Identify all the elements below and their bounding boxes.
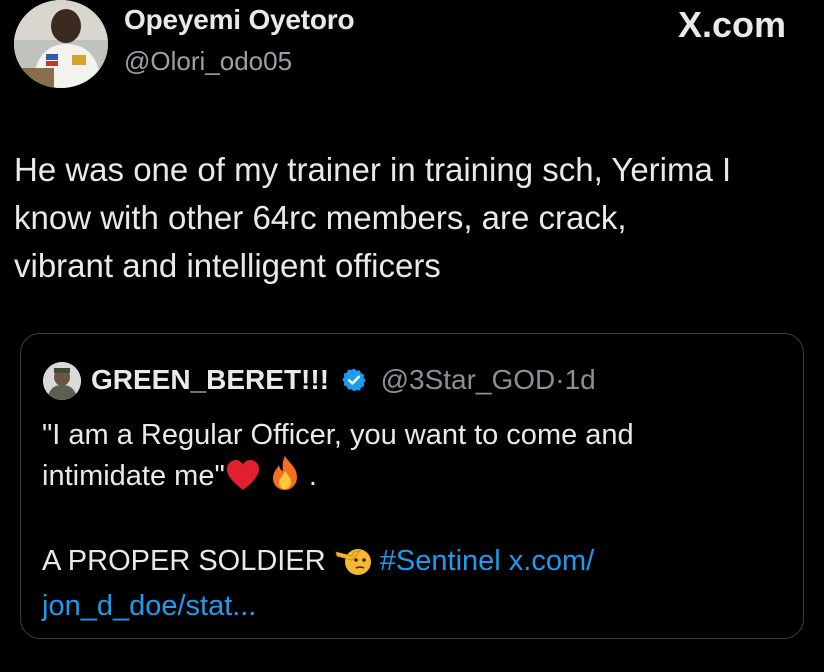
quoted-text-line: A PROPER SOLDIER #Sentinel x.com/	[42, 542, 782, 587]
quoted-text-line: intimidate me" .	[42, 455, 782, 502]
quoted-text-segment: .	[308, 460, 317, 492]
quoted-time[interactable]: 1d	[565, 364, 596, 395]
tweet-text-line: know with other 64rc members, are crack,	[14, 199, 627, 236]
fire-emoji	[269, 455, 301, 502]
hashtag-link[interactable]: #Sentinel	[380, 545, 501, 577]
saluting-face-emoji	[334, 546, 372, 587]
tweet-text: He was one of my trainer in training sch…	[14, 146, 804, 290]
url-link-continued[interactable]: jon_d_doe/stat...	[42, 590, 256, 622]
author-name[interactable]: Opeyemi Oyetoro	[124, 4, 355, 36]
url-link[interactable]: x.com/	[509, 545, 594, 577]
quoted-text-segment: A PROPER SOLDIER	[42, 545, 326, 577]
quoted-text: "I am a Regular Officer, you want to com…	[42, 416, 782, 626]
quoted-header: GREEN_BERET!!! @3Star_GOD·1d	[91, 364, 596, 400]
tweet-text-line: vibrant and intelligent officers	[14, 247, 441, 284]
quoted-text-line: jon_d_doe/stat...	[42, 587, 782, 626]
quoted-tweet-card[interactable]: GREEN_BERET!!! @3Star_GOD·1d "I am a Reg…	[20, 333, 804, 639]
quoted-author-handle[interactable]: @3Star_GOD	[381, 364, 556, 395]
quoted-author-avatar[interactable]	[43, 362, 81, 400]
red-heart-emoji	[225, 459, 261, 502]
quoted-text-line: "I am a Regular Officer, you want to com…	[42, 419, 634, 451]
quoted-text-segment: intimidate me"	[42, 460, 225, 492]
site-logo-text: X.com	[677, 4, 786, 45]
author-avatar[interactable]	[14, 0, 108, 88]
author-handle[interactable]: @Olori_odo05	[124, 46, 292, 77]
tweet-text-line: He was one of my trainer in training sch…	[14, 151, 732, 188]
dot-separator: ·	[555, 364, 565, 395]
verified-badge-icon	[341, 367, 367, 400]
quoted-author-name[interactable]: GREEN_BERET!!!	[91, 364, 329, 395]
